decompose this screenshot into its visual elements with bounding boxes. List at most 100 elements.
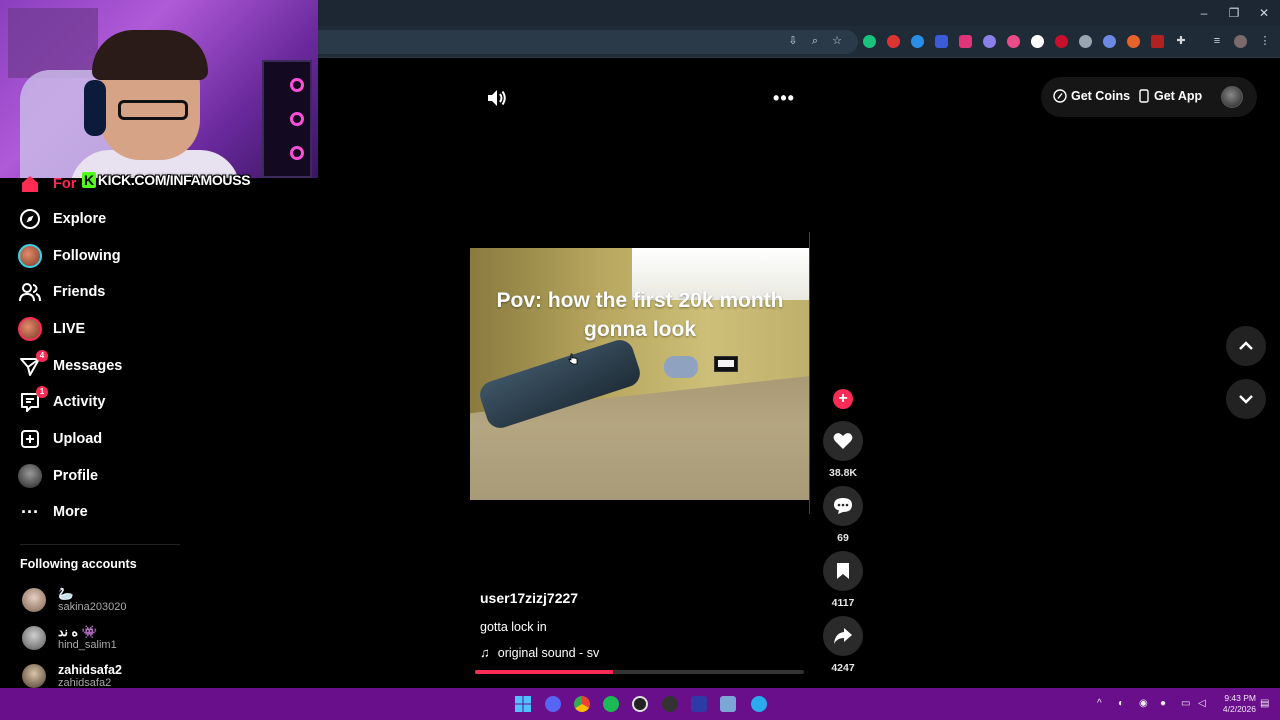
like-button[interactable] [823,421,863,461]
video-player[interactable]: Pov: how the first 20k month gonna look [470,248,810,500]
author-username[interactable]: user17zizj7227 [480,590,578,606]
sidebar-item-friends[interactable]: Friends [18,278,105,306]
more-icon: ··· [21,501,39,522]
tray-chevron-up-icon[interactable]: ^ [1097,698,1102,709]
follow-button[interactable]: + [833,389,853,409]
extension-icon[interactable] [1103,35,1116,48]
save-button[interactable] [823,551,863,591]
zoom-icon[interactable]: ⌕ [808,34,822,48]
profile-avatar [18,464,42,488]
extension-icon[interactable] [1151,35,1164,48]
video-progress-bar[interactable] [475,670,804,674]
next-video-button[interactable] [1226,379,1266,419]
sound-link[interactable]: ♫ original sound - sv [480,645,599,660]
restore-icon[interactable]: ❐ [1226,5,1242,21]
windows-start-icon[interactable] [515,696,531,712]
user-avatar[interactable] [1221,86,1243,108]
following-accounts-title: Following accounts [20,557,137,571]
extension-icon[interactable] [1007,35,1020,48]
sidebar-item-live[interactable]: LIVE [18,315,85,343]
following-account[interactable]: 🦢 sakina203020 [22,585,127,615]
kebab-menu-icon[interactable]: ⋮ [1258,34,1272,48]
heart-icon [833,433,853,449]
discord-icon[interactable] [545,696,561,712]
comment-button[interactable] [823,486,863,526]
previous-video-button[interactable] [1226,326,1266,366]
comment-icon [834,498,852,514]
volume-icon[interactable] [486,88,508,108]
telegram-icon[interactable] [751,696,767,712]
sidebar-item-label: Messages [53,358,123,374]
extension-icon[interactable] [1055,35,1068,48]
speaker-icon[interactable]: ◁ [1198,698,1206,709]
avatar [22,588,46,612]
get-app-button[interactable]: Get App [1138,89,1202,103]
sidebar-item-label: Upload [53,431,103,447]
extension-icon[interactable] [911,35,924,48]
account-name: 🦢 [58,586,74,601]
video-scene-laptop [714,356,738,372]
extension-icon[interactable] [887,35,900,48]
install-app-icon[interactable]: ⇩ [786,34,800,48]
sidebar-item-messages[interactable]: 4 Messages [18,350,123,380]
webcam-person-hair [92,30,208,80]
sidebar-item-label: Following [53,248,121,264]
extension-icon[interactable] [863,35,876,48]
rgb-fan [290,146,304,160]
app-icon[interactable] [720,696,736,712]
sound-name: original sound - sv [497,645,600,660]
get-coins-button[interactable]: Get Coins [1053,89,1130,103]
puzzle-icon[interactable]: ✚ [1174,34,1188,48]
share-button[interactable] [823,616,863,656]
extension-icon[interactable] [983,35,996,48]
profile-icon[interactable] [1234,35,1247,48]
live-avatar [18,317,42,341]
chrome-icon[interactable] [574,696,590,712]
sidebar-item-profile[interactable]: Profile [18,462,98,490]
close-icon[interactable]: ✕ [1256,5,1272,21]
bookmark-star-icon[interactable]: ☆ [830,34,844,48]
sidebar-item-label: Explore [53,211,107,227]
sidebar-item-following[interactable]: Following [18,242,121,270]
kick-logo-icon: K [82,172,96,188]
messages-icon: 4 [18,350,48,378]
sidebar-item-activity[interactable]: 1 Activity [18,386,105,416]
header-actions: Get Coins Get App [1041,77,1257,117]
app-icon[interactable] [691,696,707,712]
compass-icon [18,207,42,231]
reading-list-icon[interactable]: ≡ [1210,34,1224,48]
webcam-overlay [0,0,318,178]
account-name: ه ند 👾 [58,624,98,639]
obs-icon[interactable] [632,696,648,712]
minimize-icon[interactable]: – [1196,5,1212,21]
windows-taskbar: ^ ◐ ◉ ● ▭ ◁ 9:43 PM 4/2/2026 ▤ [0,688,1280,720]
app-icon[interactable] [662,696,678,712]
network-icon[interactable]: ▭ [1181,698,1190,709]
following-account[interactable]: ه ند 👾 hind_salim1 [22,623,117,653]
taskbar-clock[interactable]: 9:43 PM 4/2/2026 [1212,693,1256,715]
sidebar-item-label: For [53,176,77,192]
sidebar-item-more[interactable]: ··· More [18,498,88,526]
avatar [22,664,46,688]
sidebar-item-for-you[interactable]: For [18,170,76,198]
clock-date: 4/2/2026 [1222,704,1256,714]
extension-icon[interactable] [1031,35,1044,48]
address-bar[interactable] [318,30,858,54]
friends-icon [18,280,42,304]
extension-icon[interactable] [1079,35,1092,48]
extension-icon[interactable] [959,35,972,48]
spotify-icon[interactable] [603,696,619,712]
get-app-label: Get App [1154,89,1203,103]
sidebar-item-explore[interactable]: Explore [18,205,106,233]
tray-app-icon[interactable]: ◐ [1118,698,1124,709]
rgb-fan [290,112,304,126]
extension-icon[interactable] [1127,35,1140,48]
notifications-icon[interactable]: ▤ [1260,698,1269,709]
more-options-icon[interactable]: ••• [772,88,796,108]
microphone-icon[interactable]: ● [1160,698,1166,709]
extension-icon[interactable] [935,35,948,48]
tray-discord-icon[interactable]: ◉ [1139,698,1148,709]
following-account[interactable]: zahidsafa2 zahidsafa2 [22,661,122,691]
share-count: 4247 [831,662,855,674]
sidebar-item-upload[interactable]: Upload [18,425,102,453]
